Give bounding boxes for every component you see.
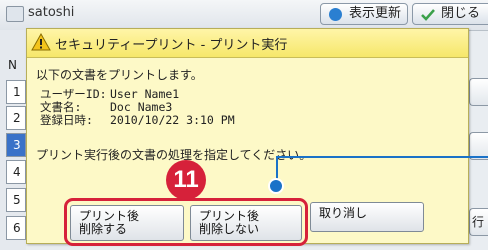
refresh-label: 表示更新 (349, 6, 402, 21)
right-side-button-3[interactable]: 行 (469, 208, 488, 236)
dialog-message: 以下の文書をプリントします。 (36, 68, 203, 82)
document-info: ユーザーID: User Name1 文書名: Doc Name3 登録日時: 201… (40, 88, 235, 127)
background-titlebar: satoshi 表示更新 閉じる (0, 0, 488, 31)
close-check-icon (421, 9, 435, 21)
list-row-4[interactable]: 4 (6, 160, 26, 184)
cancel-label: 取り消し (319, 206, 368, 220)
doc-name-value: Doc Name3 (110, 100, 173, 114)
callout-dot (268, 178, 284, 194)
warning-icon (31, 33, 51, 51)
callout-line (276, 156, 488, 186)
step-number-badge: 11 (166, 160, 206, 200)
refresh-icon (329, 8, 342, 21)
close-button[interactable]: 閉じる (412, 3, 488, 25)
dialog-instruction: プリント実行後の文書の処理を指定してください。 (36, 148, 312, 162)
user-id-value: User Name1 (110, 87, 180, 101)
right-side-button-1[interactable] (469, 78, 488, 106)
registered-date-key: 登録日時: (40, 113, 93, 127)
dialog-titlebar: セキュリティープリント - プリント実行 (27, 29, 468, 58)
column-label: N (8, 58, 17, 72)
refresh-button[interactable]: 表示更新 (320, 3, 408, 25)
list-row-1[interactable]: 1 (6, 80, 26, 104)
list-row-5[interactable]: 5 (6, 188, 26, 212)
list-row-2[interactable]: 2 (6, 106, 26, 130)
background-title: satoshi (28, 5, 75, 20)
info-row-date: 登録日時: 2010/10/22 3:10 PM (40, 114, 235, 127)
list-row-6[interactable]: 6 (6, 216, 26, 240)
cancel-button[interactable]: 取り消し (310, 202, 424, 232)
dialog-title: セキュリティープリント - プリント実行 (55, 38, 288, 53)
printer-icon (6, 6, 24, 22)
highlight-frame (64, 198, 308, 246)
list-row-3-selected[interactable]: 3 (6, 133, 26, 157)
registered-date-value: 2010/10/22 3:10 PM (110, 113, 235, 127)
close-label: 閉じる (441, 6, 481, 21)
